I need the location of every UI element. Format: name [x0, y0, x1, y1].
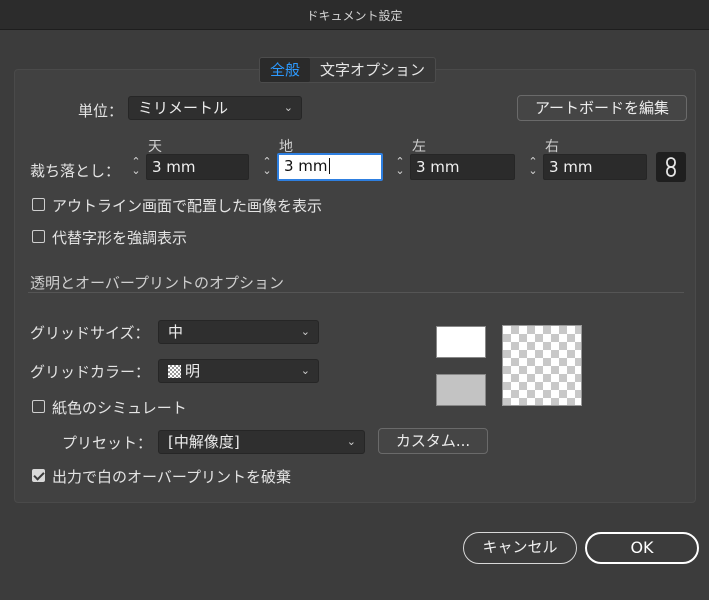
units-dropdown[interactable]: ミリメートル ⌄: [128, 96, 302, 120]
grid-color-dropdown[interactable]: 明 ⌄: [158, 359, 319, 383]
bleed-bottom-field[interactable]: 3 mm: [277, 153, 383, 181]
stepper-icon[interactable]: ⌃ ⌄: [394, 156, 406, 176]
chevron-down-icon: ⌄: [346, 435, 356, 448]
stepper-icon[interactable]: ⌃ ⌄: [527, 156, 539, 176]
bleed-left-field[interactable]: 3 mm: [410, 154, 515, 180]
window-title: ドキュメント設定: [306, 9, 403, 23]
bleed-bottom-value: 3 mm: [284, 157, 328, 175]
bleed-right-field[interactable]: 3 mm: [543, 154, 647, 180]
outline-placed-label: アウトライン画面で配置した画像を表示: [52, 197, 323, 215]
substitute-glyphs-checkbox[interactable]: [32, 230, 45, 243]
stepper-icon[interactable]: ⌃ ⌄: [130, 156, 142, 176]
discard-overprint-checkbox[interactable]: [32, 469, 45, 482]
simulate-paper-label: 紙色のシミュレート: [52, 399, 187, 417]
grid-color-swatch-light[interactable]: [436, 326, 486, 358]
grid-size-label: グリッドサイズ：: [30, 324, 150, 342]
bleed-left-label: 左: [412, 139, 426, 155]
bleed-top-field[interactable]: 3 mm: [146, 154, 249, 180]
grid-color-swatch-dark[interactable]: [436, 374, 486, 406]
substitute-glyphs-label: 代替字形を強調表示: [52, 229, 188, 247]
bleed-right-label: 右: [545, 139, 559, 155]
units-label: 単位：: [78, 102, 124, 120]
preset-value: [中解像度]: [168, 433, 240, 451]
grid-color-value: 明: [185, 362, 201, 380]
checker-swatch-icon: [168, 365, 181, 378]
ok-button[interactable]: OK: [585, 532, 699, 564]
chevron-down-icon: ⌄: [300, 325, 310, 338]
grid-color-label: グリッドカラー：: [30, 363, 151, 381]
text-caret: [328, 158, 330, 174]
edit-artboard-button[interactable]: アートボードを編集: [517, 95, 687, 121]
tab-general[interactable]: 全般: [260, 58, 311, 82]
chain-link-icon[interactable]: [656, 152, 686, 182]
outline-placed-checkbox[interactable]: [32, 198, 45, 211]
preset-dropdown[interactable]: [中解像度] ⌄: [158, 430, 365, 454]
tab-type-options[interactable]: 文字オプション: [310, 58, 435, 82]
transparency-grid-preview: [502, 325, 582, 406]
transparency-section-title: 透明とオーバープリントのオプション: [30, 274, 284, 292]
section-divider: [28, 292, 684, 293]
discard-overprint-label: 出力で白のオーバープリントを破棄: [52, 468, 291, 486]
bleed-top-label: 天: [148, 139, 162, 155]
grid-size-dropdown[interactable]: 中 ⌄: [158, 320, 319, 344]
simulate-paper-checkbox[interactable]: [32, 400, 45, 413]
cancel-button[interactable]: キャンセル: [463, 532, 577, 564]
chain-link-svg: [666, 156, 676, 177]
stepper-icon[interactable]: ⌃ ⌄: [261, 156, 273, 176]
grid-size-value: 中: [168, 323, 184, 341]
preset-label: プリセット：: [62, 434, 153, 452]
chevron-down-icon: ⌄: [283, 101, 293, 114]
units-value: ミリメートル: [138, 99, 229, 117]
title-bar: ドキュメント設定: [0, 0, 709, 30]
chevron-down-icon: ⌄: [300, 364, 310, 377]
bleed-label: 裁ち落とし：: [30, 162, 121, 180]
custom-preset-button[interactable]: カスタム...: [378, 428, 488, 454]
tab-bar: 全般 文字オプション: [259, 57, 437, 83]
